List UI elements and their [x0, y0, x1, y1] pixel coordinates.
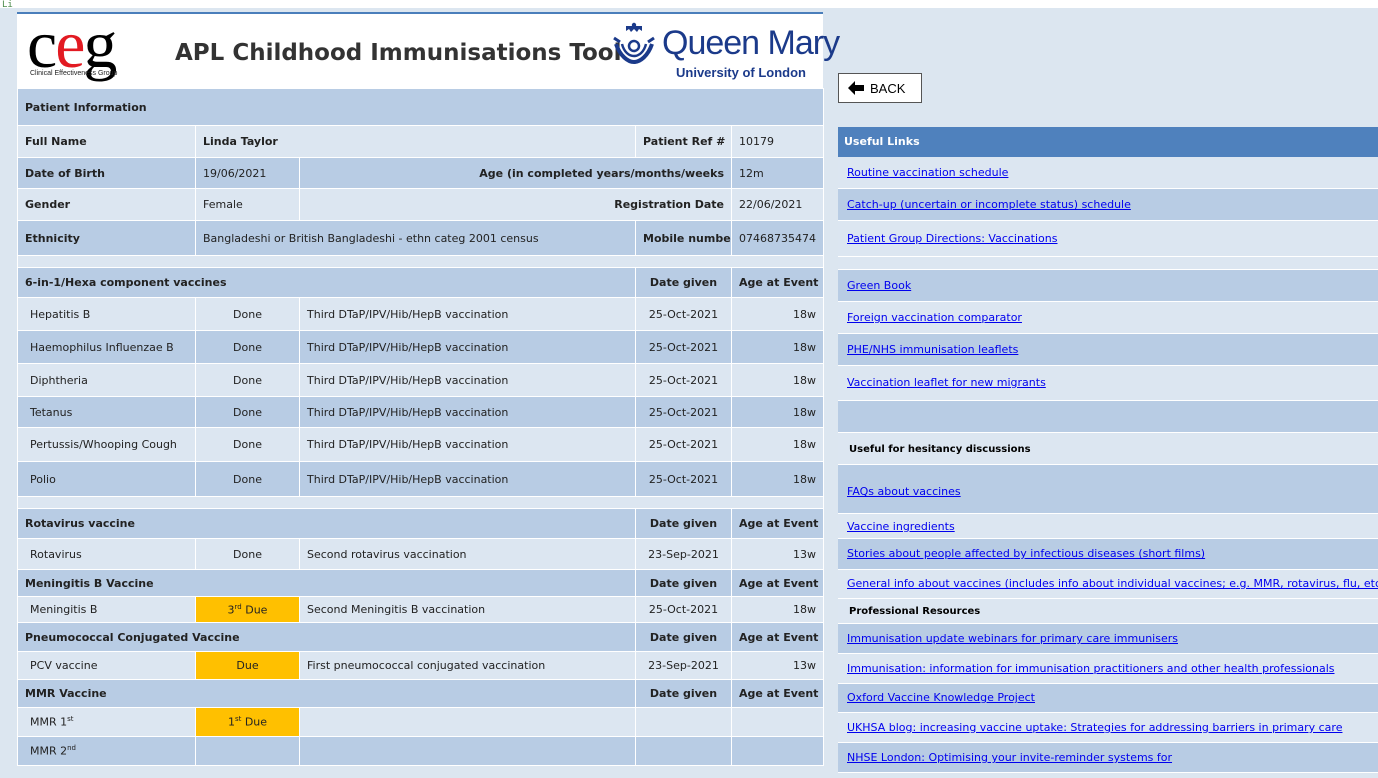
- ceg-logo: ceg Clinical Effectiveness Group: [27, 6, 118, 82]
- status-badge: 1st Due: [195, 707, 300, 737]
- link-webinars[interactable]: Immunisation update webinars for primary…: [847, 632, 1178, 645]
- qmul-name: Queen Mary: [662, 24, 840, 62]
- table-row: Date of Birth 19/06/2021 Age (in complet…: [17, 157, 825, 189]
- patient-ref[interactable]: 10179: [730, 125, 825, 158]
- link-green-book[interactable]: Green Book: [847, 279, 911, 292]
- arrow-left-icon: [848, 81, 864, 95]
- qmul-subtitle: University of London: [676, 65, 806, 80]
- rotavirus-section-header: Rotavirus vaccine Date given Age at Even…: [17, 508, 825, 539]
- link-nhse-london[interactable]: NHSE London: Optimising your invite-remi…: [847, 751, 1172, 764]
- link-general-info[interactable]: General info about vaccines (includes in…: [847, 577, 1378, 590]
- table-row: Tetanus Done Third DTaP/IPV/Hib/HepB vac…: [17, 396, 825, 428]
- status-badge: Due: [195, 651, 300, 680]
- status-badge: 3rd Due: [195, 596, 300, 623]
- menb-section-header: Meningitis B Vaccine Date given Age at E…: [17, 569, 825, 597]
- qmul-logo: Queen Mary University of London: [612, 20, 840, 80]
- table-row: Meningitis B 3rd Due Second Meningitis B…: [17, 596, 825, 623]
- link-ukhsa-blog[interactable]: UKHSA blog: increasing vaccine uptake: S…: [847, 721, 1342, 734]
- table-row: Polio Done Third DTaP/IPV/Hib/HepB vacci…: [17, 461, 825, 497]
- patient-dob[interactable]: 19/06/2021: [195, 157, 300, 189]
- patient-info-header: Patient Information: [16, 88, 825, 126]
- back-button-label: BACK: [870, 80, 906, 96]
- link-oxford-vkp[interactable]: Oxford Vaccine Knowledge Project: [847, 691, 1035, 704]
- patient-age[interactable]: 12m: [730, 157, 825, 189]
- mmr-section-header: MMR Vaccine Date given Age at Event: [17, 679, 825, 708]
- table-row: Rotavirus Done Second rotavirus vaccinat…: [17, 538, 825, 570]
- link-pgd-vaccinations[interactable]: Patient Group Directions: Vaccinations: [847, 232, 1058, 245]
- patient-gender[interactable]: Female: [195, 188, 300, 221]
- useful-links-panel: Useful Links Routine vaccination schedul…: [838, 127, 1378, 773]
- link-migrant-leaflet[interactable]: Vaccination leaflet for new migrants: [847, 376, 1046, 389]
- table-row: Hepatitis B Done Third DTaP/IPV/Hib/HepB…: [17, 297, 825, 331]
- link-practitioner-info[interactable]: Immunisation: information for immunisati…: [847, 662, 1335, 675]
- useful-links-title: Useful Links: [838, 127, 1378, 157]
- table-row: Ethnicity Bangladeshi or British Banglad…: [17, 220, 825, 256]
- link-foreign-comparator[interactable]: Foreign vaccination comparator: [847, 311, 1022, 324]
- patient-full-name[interactable]: Linda Taylor: [195, 125, 636, 158]
- table-row: Full Name Linda Taylor Patient Ref # 101…: [17, 125, 825, 158]
- crown-crest-icon: [613, 22, 655, 65]
- hexa-section-header: 6-in-1/Hexa component vaccines Date give…: [17, 267, 825, 298]
- link-catchup-schedule[interactable]: Catch-up (uncertain or incomplete status…: [847, 198, 1131, 211]
- table-row: Gender Female Registration Date 22/06/20…: [17, 188, 825, 221]
- immunisation-table: Patient Information Full Name Linda Tayl…: [16, 88, 825, 766]
- table-row: Haemophilus Influenzae B Done Third DTaP…: [17, 330, 825, 364]
- pcv-section-header: Pneumococcal Conjugated Vaccine Date giv…: [17, 622, 825, 652]
- professional-heading: Professional Resources: [849, 606, 981, 617]
- link-routine-schedule[interactable]: Routine vaccination schedule: [847, 166, 1008, 179]
- back-button[interactable]: BACK: [838, 73, 922, 103]
- header-banner: ceg Clinical Effectiveness Group APL Chi…: [17, 6, 840, 90]
- patient-mobile[interactable]: 07468735474: [730, 220, 825, 256]
- page-title: APL Childhood Immunisations Tool: [175, 40, 622, 66]
- patient-reg-date[interactable]: 22/06/2021: [730, 188, 825, 221]
- patient-ethnicity[interactable]: Bangladeshi or British Bangladeshi - eth…: [195, 220, 636, 256]
- hesitancy-heading: Useful for hesitancy discussions: [849, 444, 1031, 455]
- table-row: MMR 2nd: [17, 736, 825, 766]
- link-faqs[interactable]: FAQs about vaccines: [847, 485, 961, 498]
- ceg-logo-subtitle: Clinical Effectiveness Group: [30, 70, 118, 77]
- table-row: Diphtheria Done Third DTaP/IPV/Hib/HepB …: [17, 363, 825, 397]
- table-row: Pertussis/Whooping Cough Done Third DTaP…: [17, 427, 825, 462]
- table-row: PCV vaccine Due First pneumococcal conju…: [17, 651, 825, 680]
- table-row: MMR 1st 1st Due: [17, 707, 825, 737]
- link-phe-leaflets[interactable]: PHE/NHS immunisation leaflets: [847, 343, 1018, 356]
- link-ingredients[interactable]: Vaccine ingredients: [847, 520, 955, 533]
- link-stories[interactable]: Stories about people affected by infecti…: [847, 547, 1205, 560]
